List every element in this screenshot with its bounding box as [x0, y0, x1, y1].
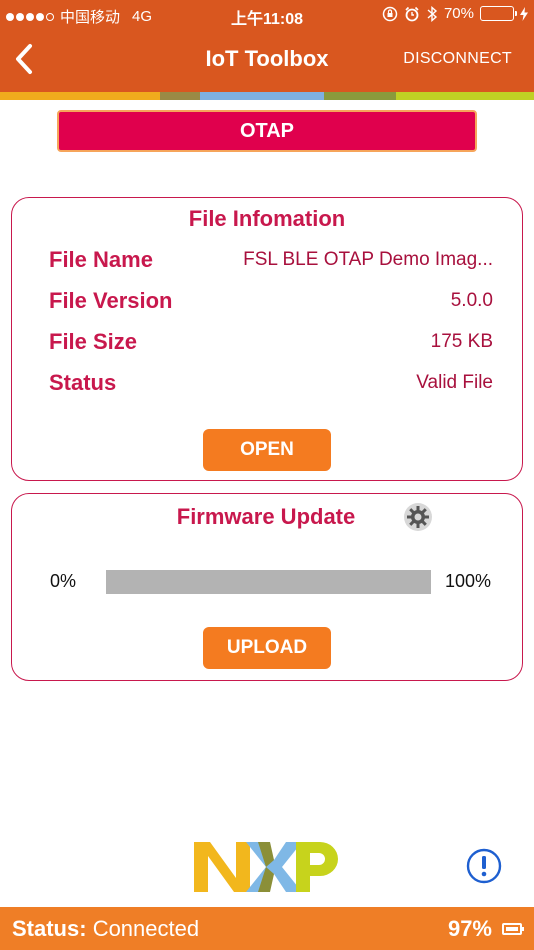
- gear-icon[interactable]: [403, 502, 433, 532]
- device-battery: 97%: [447, 916, 524, 942]
- color-strip: [0, 92, 534, 100]
- progress-max-label: 100%: [445, 571, 492, 591]
- file-size-label: File Size: [49, 329, 138, 354]
- file-status-row: Status Valid File: [49, 370, 493, 400]
- status-label: Status:: [12, 916, 87, 941]
- firmware-title: Firmware Update: [176, 504, 356, 529]
- file-status-value: Valid File: [416, 372, 493, 393]
- open-button[interactable]: OPEN: [203, 429, 331, 471]
- status-bar: 中国移动 4G 上午11:08 70%: [0, 0, 534, 30]
- device-battery-percent: 97%: [447, 916, 492, 941]
- file-info-title: File Infomation: [188, 206, 346, 231]
- progress-min-label: 0%: [50, 571, 77, 591]
- top-bar: 中国移动 4G 上午11:08 70% IoT Toolbox DISCONNE…: [0, 0, 534, 92]
- otap-banner: OTAP: [57, 110, 477, 152]
- file-version-row: File Version 5.0.0: [49, 288, 493, 318]
- connection-status: Status: Connected: [12, 916, 199, 942]
- file-information-card: File Infomation File Name FSL BLE OTAP D…: [11, 197, 523, 481]
- rotation-lock-icon: [382, 6, 398, 21]
- file-size-row: File Size 175 KB: [49, 329, 493, 359]
- file-name-value: FSL BLE OTAP Demo Imag...: [243, 249, 493, 270]
- upload-button[interactable]: UPLOAD: [203, 627, 331, 669]
- firmware-update-card: Firmware Update 0% 100% UPLOAD: [11, 493, 523, 681]
- file-size-value: 175 KB: [430, 331, 493, 352]
- status-value: Connected: [92, 916, 200, 941]
- file-status-label: Status: [49, 370, 117, 395]
- disconnect-button[interactable]: DISCONNECT: [403, 50, 512, 68]
- file-version-value: 5.0.0: [450, 290, 493, 311]
- info-icon[interactable]: [466, 848, 502, 884]
- bottom-status-bar: Status: Connected 97%: [0, 907, 534, 950]
- file-name-row: File Name FSL BLE OTAP Demo Imag...: [49, 247, 493, 277]
- file-version-label: File Version: [49, 288, 173, 313]
- status-right: 70%: [382, 5, 528, 22]
- charging-icon: [520, 6, 528, 21]
- battery-icon: [502, 923, 524, 935]
- file-name-label: File Name: [49, 247, 153, 272]
- alarm-icon: [405, 6, 419, 21]
- bluetooth-icon: [427, 5, 438, 22]
- battery-icon: [480, 6, 517, 21]
- battery-percent: 70%: [443, 5, 474, 22]
- nxp-logo: [194, 842, 338, 892]
- nav-bar: IoT Toolbox DISCONNECT: [0, 30, 534, 90]
- upload-progress-bar: [106, 570, 431, 594]
